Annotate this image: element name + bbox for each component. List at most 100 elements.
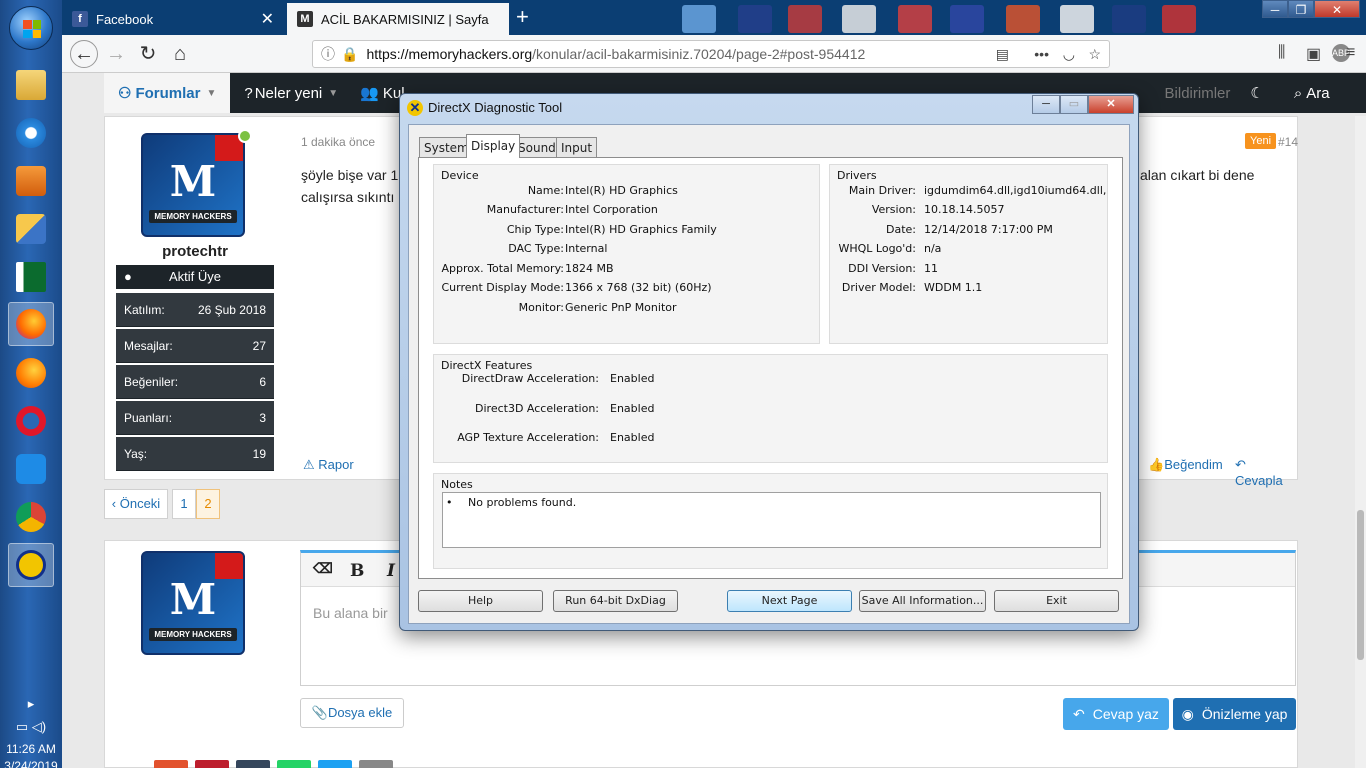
tab-facebook[interactable]: f Facebook ✕: [62, 3, 284, 35]
nav-forums[interactable]: ⚇ Forumlar ▼: [104, 73, 231, 113]
pinned-tab-4-icon[interactable]: [842, 5, 876, 33]
clock-time[interactable]: 11:26 AM: [0, 741, 62, 758]
pinned-tab-2-icon[interactable]: [738, 5, 772, 33]
reply-link[interactable]: ↶ Cevapla: [1235, 457, 1297, 488]
taskbar-maxthon-icon[interactable]: [8, 447, 54, 491]
pinned-tab-5-icon[interactable]: [898, 5, 932, 33]
bookmark-star-icon[interactable]: ☆: [1088, 46, 1101, 63]
library-icon[interactable]: ⫼: [1278, 44, 1285, 62]
back-icon[interactable]: ←: [70, 40, 98, 68]
pager-prev[interactable]: ‹ Önceki: [104, 489, 168, 519]
home-icon[interactable]: ⌂: [168, 42, 192, 66]
user-avatar[interactable]: M MEMORY HACKERS: [141, 133, 245, 237]
taskbar-firefox-icon[interactable]: [8, 302, 54, 346]
reload-icon[interactable]: ↻: [136, 42, 160, 66]
note-line: No problems found.: [468, 496, 577, 509]
share-pinterest-icon[interactable]: [195, 760, 229, 768]
minimize-icon[interactable]: ─: [1262, 0, 1288, 18]
dxdiag-window: ✕ DirectX Diagnostic Tool ─ ▭ ✕ System D…: [399, 93, 1139, 631]
device-group: Device Name: Intel(R) HD Graphics Manufa…: [433, 164, 820, 344]
exit-button[interactable]: Exit: [994, 590, 1119, 612]
share-twitter-icon[interactable]: [318, 760, 352, 768]
nav-search[interactable]: ⌕ Ara: [1294, 85, 1330, 102]
paperclip-icon: 📎: [311, 705, 328, 720]
dx-close-icon[interactable]: ✕: [1088, 95, 1134, 114]
clock-date[interactable]: 3/24/2019: [0, 758, 62, 768]
nav-whats-new[interactable]: ? Neler yeni ▼: [244, 85, 338, 102]
taskbar-pakistan-flag-icon[interactable]: [8, 255, 54, 299]
taskbar-explorer-icon[interactable]: [8, 63, 54, 107]
taskbar-dxdiag-icon[interactable]: [8, 543, 54, 587]
share-link-icon[interactable]: [359, 760, 393, 768]
sidebar-icon[interactable]: ▣: [1306, 44, 1321, 64]
pinned-tab-9-icon[interactable]: [1112, 5, 1146, 33]
share-whatsapp-icon[interactable]: [277, 760, 311, 768]
username[interactable]: protechtr: [116, 243, 274, 260]
preview-button[interactable]: ◉ Önizleme yap: [1173, 698, 1296, 730]
pinned-tab-10-icon[interactable]: [1162, 5, 1196, 33]
stat-joined: Katılım: 26 Şub 2018: [116, 293, 274, 327]
main-driver-value: igdumdim64.dll,igd10iumd64.dll,igd10: [924, 184, 1106, 197]
taskbar-chrome-icon[interactable]: [8, 495, 54, 539]
pinned-tab-1-icon[interactable]: [682, 5, 716, 33]
page-scrollbar[interactable]: [1355, 116, 1366, 768]
pager-page-2[interactable]: 2: [196, 489, 220, 519]
driver-key: Date:: [886, 223, 916, 236]
pinned-tab-6-icon[interactable]: [950, 5, 984, 33]
new-tab-icon[interactable]: +: [516, 4, 529, 30]
system-tray: ▸ ▭ ◁) 11:26 AM 3/24/2019: [0, 695, 62, 768]
nav-notifications[interactable]: Bildirimler: [1165, 85, 1231, 102]
url-bar[interactable]: ⓘ 🔒 https://memoryhackers.org/konular/ac…: [312, 40, 1110, 68]
taskbar-opera-icon[interactable]: [8, 399, 54, 443]
ddi-version-value: 11: [924, 262, 938, 275]
pager-page-1[interactable]: 1: [172, 489, 196, 519]
notes-group: Notes • No problems found.: [433, 473, 1108, 569]
my-avatar[interactable]: M MEMORY HACKERS: [141, 551, 245, 655]
taskbar-security-icon[interactable]: [8, 207, 54, 251]
share-reddit-icon[interactable]: [154, 760, 188, 768]
pinned-tab-7-icon[interactable]: [1006, 5, 1040, 33]
close-window-icon[interactable]: ✕: [1314, 0, 1360, 18]
notes-box[interactable]: • No problems found.: [442, 492, 1101, 548]
nav-users[interactable]: 👥 Kul: [360, 84, 404, 103]
share-tumblr-icon[interactable]: [236, 760, 270, 768]
editor-placeholder[interactable]: Bu alana bir: [313, 605, 388, 621]
post-number[interactable]: #14: [1278, 135, 1298, 149]
eraser-icon[interactable]: ⌫: [313, 561, 333, 577]
dark-mode-icon[interactable]: ☾: [1250, 84, 1263, 102]
taskbar-media-player-icon[interactable]: [8, 159, 54, 203]
forward-icon[interactable]: →: [104, 42, 128, 66]
taskbar-ie-icon[interactable]: [8, 111, 54, 155]
like-link[interactable]: 👍Beğendim: [1148, 457, 1223, 473]
feature-key: DirectDraw Acceleration:: [461, 372, 599, 385]
attach-file-button[interactable]: 📎Dosya ekle: [300, 698, 404, 728]
eye-icon: ◉: [1181, 705, 1194, 722]
start-button[interactable]: [9, 6, 53, 50]
tab-display[interactable]: Display: [466, 134, 521, 158]
network-volume-icons[interactable]: ▭ ◁): [0, 718, 62, 735]
pinned-tab-8-icon[interactable]: [1060, 5, 1094, 33]
next-page-button[interactable]: Next Page: [727, 590, 852, 612]
dx-minimize-icon[interactable]: ─: [1032, 95, 1060, 114]
scrollbar-thumb[interactable]: [1357, 510, 1364, 660]
reader-view-icon[interactable]: ▤: [996, 46, 1009, 63]
save-all-info-button[interactable]: Save All Information...: [859, 590, 986, 612]
submit-reply-button[interactable]: ↶ Cevap yaz: [1063, 698, 1169, 730]
tray-expand-icon[interactable]: ▸: [0, 695, 62, 712]
tab-input[interactable]: Input: [556, 137, 598, 157]
pocket-icon[interactable]: ◡: [1063, 46, 1075, 63]
taskbar-firefox-setup-icon[interactable]: [8, 351, 54, 395]
info-icon[interactable]: ⓘ: [321, 44, 335, 64]
bold-button[interactable]: B: [350, 561, 364, 581]
tab-memoryhackers[interactable]: M ACİL BAKARMISINIZ | Sayfa 2 |: [287, 3, 509, 35]
page-actions-icon[interactable]: •••: [1034, 46, 1049, 62]
close-tab-icon[interactable]: ✕: [261, 9, 274, 29]
maximize-icon[interactable]: ❐: [1288, 0, 1314, 18]
report-link[interactable]: ⚠ Rapor: [303, 457, 354, 473]
hamburger-menu-icon[interactable]: ≡: [1346, 44, 1355, 62]
run-64bit-button[interactable]: Run 64-bit DxDiag: [553, 590, 678, 612]
post-time[interactable]: 1 dakika önce: [301, 135, 375, 149]
pinned-tab-3-icon[interactable]: [788, 5, 822, 33]
italic-button[interactable]: I: [387, 561, 395, 581]
help-button[interactable]: Help: [418, 590, 543, 612]
